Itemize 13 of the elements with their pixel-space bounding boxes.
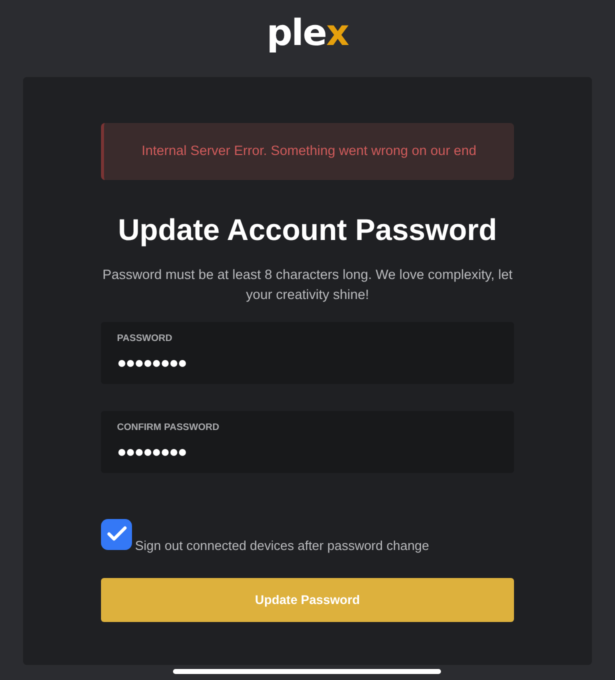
check-icon	[106, 526, 126, 542]
checkbox-label[interactable]: Sign out connected devices after password change	[135, 536, 430, 555]
field-label: CONFIRM PASSWORD	[117, 420, 220, 434]
password-field[interactable]: CONFIRM PASSWORD ●●●●●●●●	[101, 410, 514, 472]
field-label: PASSWORD	[117, 332, 174, 346]
password-input[interactable]: ●●●●●●●●	[117, 352, 498, 376]
checkbox[interactable]	[101, 518, 132, 550]
error-message: Internal Server Error. Something went wrong on our end	[142, 142, 476, 160]
page-title: Update Account Password	[117, 213, 498, 249]
password-field[interactable]: PASSWORD ●●●●●●●●	[101, 322, 514, 384]
logo: plex	[266, 16, 348, 56]
description-text: Password must be at least 8 characters long. We love complexity, let your creativity shine!	[102, 266, 514, 304]
password-input[interactable]: ●●●●●●●●	[117, 440, 498, 465]
